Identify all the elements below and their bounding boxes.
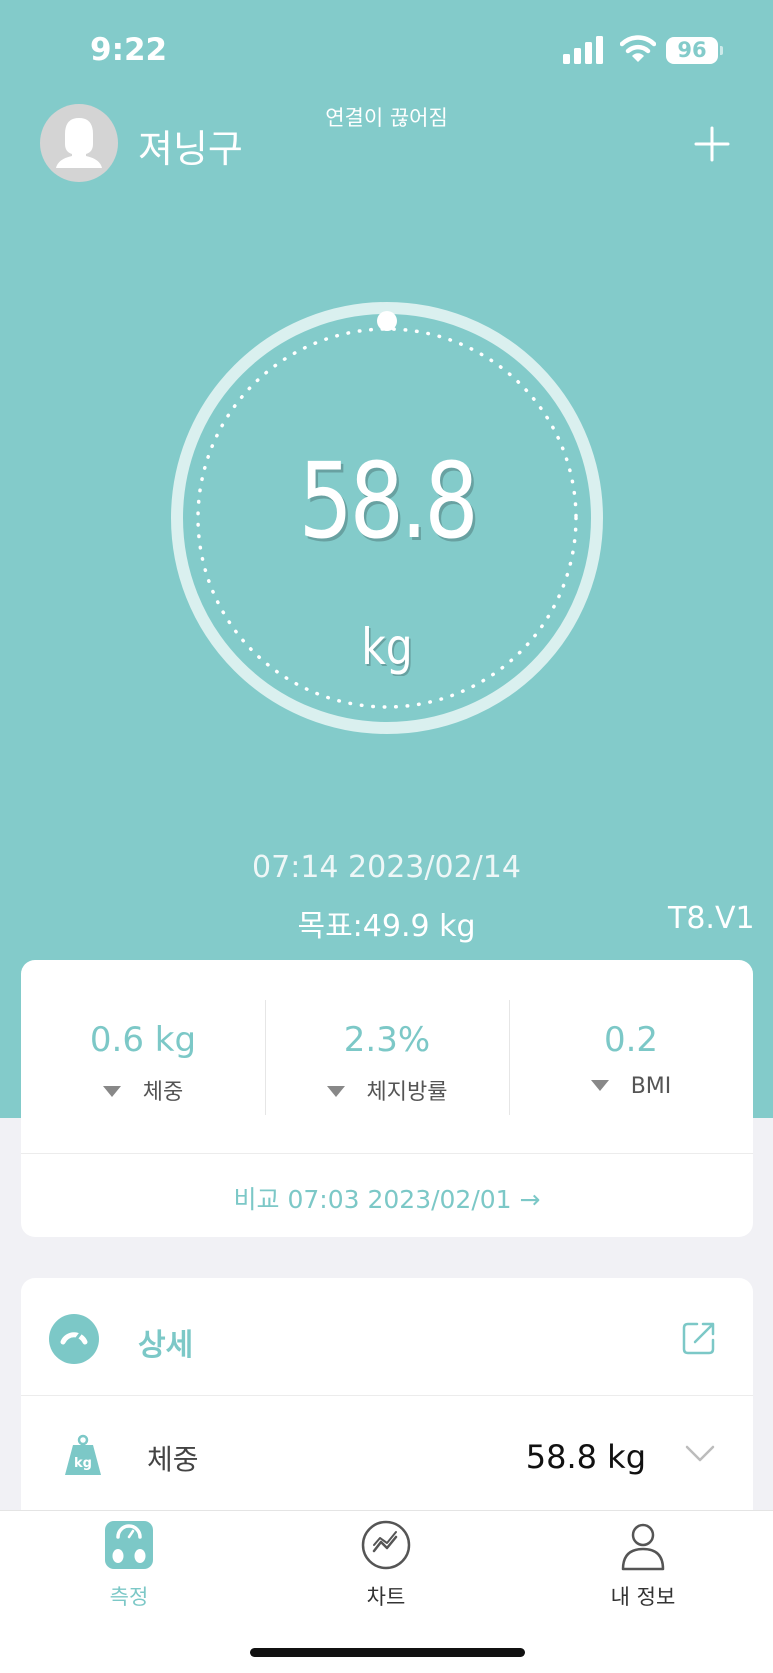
battery-indicator: 96: [666, 37, 718, 64]
tab-label: 차트: [366, 1585, 406, 1609]
plus-icon[interactable]: [694, 126, 730, 162]
stat-value: 0.6 kg: [89, 1020, 197, 1060]
down-triangle-icon: [326, 1085, 345, 1097]
tab-label: 측정: [109, 1585, 149, 1609]
device-version: T8.V1: [668, 901, 755, 936]
stat-label: 체중: [142, 1080, 184, 1105]
stat-value: 0.2: [603, 1020, 659, 1060]
scale-icon: [105, 1521, 153, 1569]
weight-value: 58.8: [298, 440, 479, 562]
divider: [21, 1395, 753, 1396]
stat-value: 2.3%: [343, 1020, 431, 1060]
row-value: 58.8 kg: [525, 1438, 646, 1476]
goal-weight[interactable]: 목표:49.9 kg: [0, 901, 773, 945]
share-icon[interactable]: [681, 1320, 717, 1356]
stat-label: 체지방률: [366, 1080, 448, 1105]
trend-chart-icon: [361, 1520, 411, 1570]
stat-label: BMI: [630, 1074, 672, 1099]
battery-tip: [720, 46, 723, 55]
wifi-icon: [620, 35, 656, 62]
detail-card: 상세 kg 체중 58.8 kg: [21, 1278, 753, 1538]
stat-weight-change: 0.6 kg 체중: [21, 1000, 265, 1115]
tab-chart[interactable]: 차트: [306, 1519, 466, 1611]
cellular-signal-icon: [563, 36, 603, 64]
tab-my-info[interactable]: 내 정보: [563, 1519, 723, 1611]
status-time: 9:22: [90, 32, 168, 68]
connection-status: 연결이 끊어짐: [325, 106, 448, 130]
status-bar: 9:22 96: [0, 0, 773, 100]
person-icon: [621, 1523, 665, 1571]
down-triangle-icon: [102, 1085, 121, 1097]
home-indicator[interactable]: [250, 1648, 525, 1657]
row-label: 체중: [147, 1443, 199, 1476]
chevron-down-icon[interactable]: [685, 1444, 715, 1464]
tab-label: 내 정보: [610, 1585, 676, 1609]
scale-gauge-icon: [49, 1314, 99, 1364]
compare-link[interactable]: 비교 07:03 2023/02/01 →: [21, 1180, 753, 1216]
svg-text:kg: kg: [74, 1456, 92, 1471]
stat-bmi-change: 0.2 BMI: [509, 1000, 753, 1115]
measurement-datetime: 07:14 2023/02/14: [252, 850, 521, 885]
stat-body-fat-change: 2.3% 체지방률: [265, 1000, 509, 1115]
detail-title: 상세: [138, 1328, 194, 1363]
weight-unit: kg: [361, 618, 413, 676]
comparison-card: 0.6 kg 체중 2.3% 체지방률 0.2 BMI 비교 07:03 202…: [21, 960, 753, 1237]
gauge-indicator-dot: [377, 311, 397, 331]
tab-measure[interactable]: 측정: [49, 1519, 209, 1611]
divider: [21, 1153, 753, 1154]
kg-weight-icon: kg: [65, 1434, 101, 1475]
down-triangle-icon: [590, 1079, 609, 1091]
